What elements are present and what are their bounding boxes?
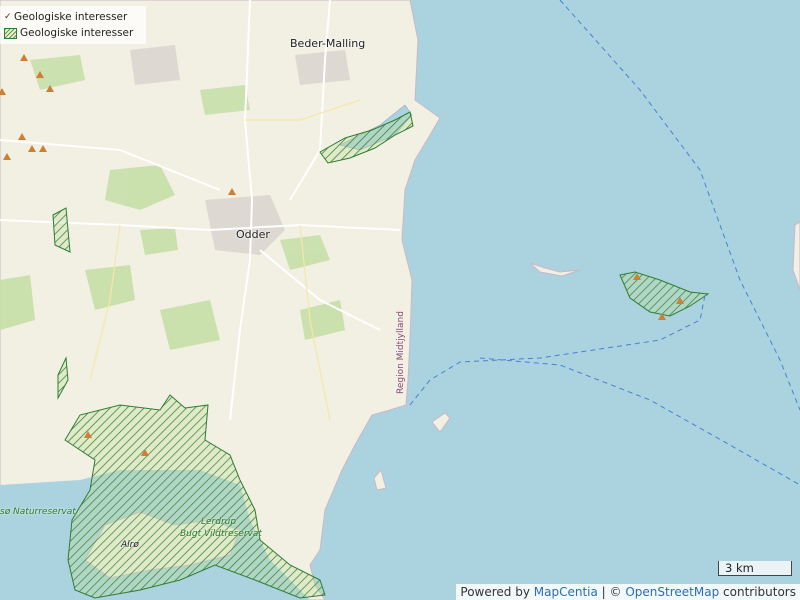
label-naturreservat: sø Naturreservat <box>0 507 76 517</box>
attribution-suffix: contributors <box>719 585 796 599</box>
label-region: Region Midtjylland <box>396 311 406 394</box>
hatch-swatch-icon <box>4 27 17 39</box>
legend-label: Geologiske interesser <box>14 11 128 23</box>
legend-label: Geologiske interesser <box>20 27 134 39</box>
legend-item-polygons[interactable]: Geologiske interesser <box>4 25 142 41</box>
map-canvas[interactable] <box>0 0 800 600</box>
mapcentia-link[interactable]: MapCentia <box>534 585 598 599</box>
scale-bar: 3 km <box>718 561 792 576</box>
checkmark-icon: ✓ <box>4 12 12 22</box>
label-lerdrup-1: Lerdrup <box>201 517 237 527</box>
label-alro: Alrø <box>121 540 139 550</box>
attribution-prefix: Powered by <box>460 585 534 599</box>
legend-item-points[interactable]: ✓ Geologiske interesser <box>4 9 142 25</box>
legend: ✓ Geologiske interesser Geologiske inter… <box>0 6 146 44</box>
label-lerdrup-2: Bugt Vildtreservat <box>180 529 262 539</box>
attribution-separator: | © <box>597 585 626 599</box>
attribution: Powered by MapCentia | © OpenStreetMap c… <box>456 584 800 600</box>
label-odder: Odder <box>236 228 270 241</box>
label-beder-malling: Beder-Malling <box>290 37 366 50</box>
openstreetmap-link[interactable]: OpenStreetMap <box>625 585 719 599</box>
